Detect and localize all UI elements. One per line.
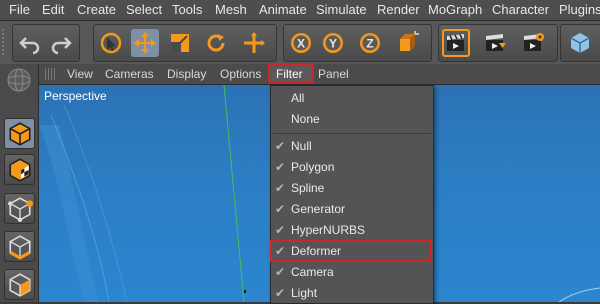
- objects-group: [560, 24, 600, 62]
- menu-separator: [273, 133, 431, 134]
- main-toolbar: X Y Z: [0, 21, 600, 65]
- render-group: [438, 24, 558, 62]
- axis-lock-group: X Y Z: [283, 24, 432, 62]
- filter-polygon[interactable]: ✔ Polygon: [271, 157, 433, 178]
- filter-spline[interactable]: ✔ Spline: [271, 178, 433, 199]
- deformer-highlight: [270, 240, 432, 262]
- filter-light-label: Light: [291, 286, 318, 300]
- menu-select[interactable]: Select: [126, 2, 162, 17]
- checkmark-icon: ✔: [275, 181, 286, 195]
- menu-mograph[interactable]: MoGraph: [428, 2, 482, 17]
- menu-edit[interactable]: Edit: [42, 2, 64, 17]
- menu-simulate[interactable]: Simulate: [316, 2, 367, 17]
- filter-null-label: Null: [291, 139, 312, 153]
- filter-camera[interactable]: ✔ Camera: [271, 262, 433, 283]
- model-mode-icon[interactable]: [4, 118, 35, 149]
- left-tool-palette: [0, 64, 39, 302]
- filter-null[interactable]: ✔ Null: [271, 136, 433, 157]
- toolbar-grip[interactable]: [2, 29, 10, 55]
- viewport-menu-options[interactable]: Options: [220, 67, 261, 81]
- checkmark-icon: ✔: [275, 223, 286, 237]
- filter-none[interactable]: None: [271, 109, 433, 130]
- viewport-menu-view[interactable]: View: [67, 67, 93, 81]
- checkmark-icon: ✔: [275, 265, 286, 279]
- undo-icon[interactable]: [16, 29, 44, 57]
- viewport-menu-cameras[interactable]: Cameras: [105, 67, 154, 81]
- x-axis-icon[interactable]: X: [287, 29, 315, 57]
- menu-character[interactable]: Character: [492, 2, 549, 17]
- coordinate-system-icon[interactable]: [394, 29, 422, 57]
- redo-icon[interactable]: [47, 29, 75, 57]
- viewport-menu-display[interactable]: Display: [167, 67, 206, 81]
- edge-mode-icon[interactable]: [4, 231, 35, 262]
- menu-file[interactable]: File: [9, 2, 30, 17]
- filter-spline-label: Spline: [291, 181, 325, 195]
- menu-tools[interactable]: Tools: [172, 2, 202, 17]
- menu-mesh[interactable]: Mesh: [215, 2, 247, 17]
- add-icon[interactable]: [240, 29, 268, 57]
- texture-mode-icon[interactable]: [4, 154, 35, 185]
- viewport-menu-panel[interactable]: Panel: [318, 67, 349, 81]
- filter-all[interactable]: All: [271, 88, 433, 109]
- render-view-icon[interactable]: [442, 29, 470, 57]
- move-icon[interactable]: [131, 29, 159, 57]
- checkmark-icon: ✔: [275, 286, 286, 300]
- tool-group: [93, 24, 277, 62]
- filter-none-label: None: [291, 112, 320, 126]
- point-mode-icon[interactable]: [4, 193, 35, 224]
- cube-icon[interactable]: [566, 29, 594, 57]
- svg-text:X: X: [297, 37, 305, 51]
- scale-icon[interactable]: [166, 29, 194, 57]
- filter-all-label: All: [291, 91, 305, 105]
- checkmark-icon: ✔: [275, 160, 286, 174]
- filter-generator-label: Generator: [291, 202, 346, 216]
- menu-render[interactable]: Render: [377, 2, 420, 17]
- menu-create[interactable]: Create: [77, 2, 116, 17]
- viewport-menu-filter[interactable]: Filter: [276, 67, 303, 81]
- svg-text:Y: Y: [329, 37, 337, 51]
- live-selection-icon[interactable]: [97, 29, 125, 57]
- filter-light[interactable]: ✔ Light: [271, 283, 433, 304]
- z-axis-icon[interactable]: Z: [356, 29, 384, 57]
- viewport-label: Perspective: [44, 89, 107, 103]
- sphere-object-icon[interactable]: [5, 66, 33, 96]
- undo-redo-group: [12, 24, 80, 62]
- polygon-mode-icon[interactable]: [4, 269, 35, 300]
- menu-plugins[interactable]: Plugins: [559, 2, 600, 17]
- menu-animate[interactable]: Animate: [259, 2, 307, 17]
- svg-text:Z: Z: [366, 37, 373, 51]
- filter-dropdown-menu: All None ✔ Null ✔ Polygon ✔ Spline ✔ Gen…: [270, 85, 434, 304]
- render-settings-icon[interactable]: [519, 29, 547, 57]
- checkmark-icon: ✔: [275, 202, 286, 216]
- y-axis-icon[interactable]: Y: [319, 29, 347, 57]
- filter-camera-label: Camera: [291, 265, 334, 279]
- main-menu-bar: File Edit Create Select Tools Mesh Anima…: [0, 0, 600, 21]
- filter-hypernurbs-label: HyperNURBS: [291, 223, 366, 237]
- render-picture-viewer-icon[interactable]: [481, 29, 509, 57]
- viewport-grip-icon[interactable]: [45, 68, 57, 80]
- filter-polygon-label: Polygon: [291, 160, 335, 174]
- filter-generator[interactable]: ✔ Generator: [271, 199, 433, 220]
- filter-hypernurbs[interactable]: ✔ HyperNURBS: [271, 220, 433, 241]
- checkmark-icon: ✔: [275, 139, 286, 153]
- rotate-icon[interactable]: [202, 29, 230, 57]
